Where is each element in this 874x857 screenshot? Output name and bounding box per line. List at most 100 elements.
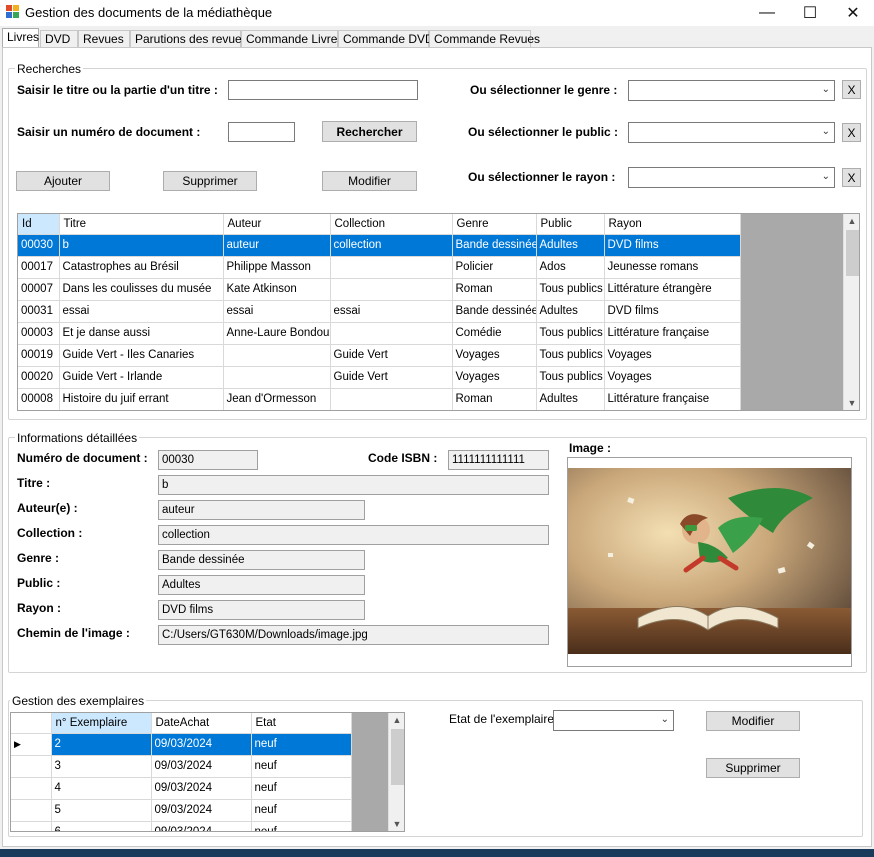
row-header[interactable] [11,777,52,800]
scroll-down-icon[interactable]: ▼ [389,819,404,829]
table-cell[interactable]: Tous publics [536,344,605,367]
table-cell[interactable]: b [59,234,224,257]
table-cell[interactable]: Tous publics [536,366,605,389]
table-row[interactable]: 00017 Catastrophes au Brésil Philippe Mass… [18,256,741,279]
table-cell[interactable]: Comédie [452,322,537,345]
table-row[interactable]: ▶ 2 09/03/2024 neuf [11,733,352,756]
table-cell[interactable]: Ados [536,256,605,279]
table-cell[interactable]: 00031 [18,300,60,323]
copies-scrollbar[interactable]: ▲ ▼ [388,713,404,831]
image-path-field[interactable]: C:/Users/GT630M/Downloads/image.jpg [158,625,549,645]
author-field[interactable]: auteur [158,500,365,520]
table-cell[interactable]: 09/03/2024 [151,755,252,778]
table-cell[interactable] [330,322,453,345]
scroll-up-icon[interactable]: ▲ [844,216,859,226]
table-cell[interactable]: 2 [51,733,152,756]
col-header-dateachat[interactable]: DateAchat [151,713,252,734]
add-button[interactable]: Ajouter [16,171,110,191]
table-cell[interactable]: Adultes [536,300,605,323]
scroll-down-icon[interactable]: ▼ [844,398,859,408]
table-cell[interactable]: 09/03/2024 [151,777,252,800]
table-cell[interactable] [330,256,453,279]
table-cell[interactable]: neuf [251,733,352,756]
table-cell[interactable]: 00017 [18,256,60,279]
tab-parutions[interactable]: Parutions des revues [130,30,248,48]
maximize-icon[interactable]: ☐ [789,0,831,26]
copy-state-select[interactable]: ⌄ [553,710,674,731]
table-cell[interactable]: 09/03/2024 [151,821,252,831]
table-row[interactable]: 00020 Guide Vert - Irlande Guide Vert Voyag… [18,366,741,389]
isbn-field[interactable]: 1111111111111 [448,450,549,470]
col-header-public[interactable]: Public [536,214,605,235]
public-select[interactable]: ⌄ [628,122,835,143]
table-cell[interactable]: Voyages [604,344,741,367]
table-cell[interactable] [330,278,453,301]
edit-button[interactable]: Modifier [322,171,417,191]
table-cell[interactable]: Guide Vert - Iles Canaries [59,344,224,367]
table-cell[interactable]: 4 [51,777,152,800]
col-header-etat[interactable]: Etat [251,713,352,734]
books-scroll-thumb[interactable] [846,230,859,276]
table-cell[interactable]: DVD films [604,234,741,257]
table-cell[interactable]: 00020 [18,366,60,389]
row-header[interactable] [11,799,52,822]
clear-rayon-button[interactable]: X [842,168,861,187]
books-scrollbar[interactable]: ▲ ▼ [843,214,859,410]
table-cell[interactable]: 09/03/2024 [151,733,252,756]
col-header-rayon[interactable]: Rayon [604,214,741,235]
table-cell[interactable]: Tous publics [536,322,605,345]
table-cell[interactable]: 00003 [18,322,60,345]
table-row[interactable]: 00008 Histoire du juif errant Jean d'Ormes… [18,388,741,410]
rayon-select[interactable]: ⌄ [628,167,835,188]
table-cell[interactable]: Policier [452,256,537,279]
doc-number-field[interactable]: 00030 [158,450,258,470]
tab-commande-revues[interactable]: Commande Revues [429,30,540,48]
table-cell[interactable]: Roman [452,278,537,301]
row-header[interactable]: ▶ [11,733,52,756]
table-cell[interactable]: Jean d'Ormesson [223,388,331,410]
table-cell[interactable]: Dans les coulisses du musée [59,278,224,301]
table-cell[interactable]: Tous publics [536,278,605,301]
col-header-collection[interactable]: Collection [330,214,453,235]
delete-button[interactable]: Supprimer [163,171,257,191]
col-header-id[interactable]: Id [18,214,60,235]
table-cell[interactable]: Bande dessinée [452,234,537,257]
table-cell[interactable]: DVD films [604,300,741,323]
table-cell[interactable]: Anne-Laure Bondoux [223,322,331,345]
table-cell[interactable] [223,366,331,389]
number-search-input[interactable] [228,122,295,142]
table-cell[interactable]: Kate Atkinson [223,278,331,301]
search-button[interactable]: Rechercher [322,121,417,142]
row-header[interactable] [11,821,52,831]
table-cell[interactable]: 00019 [18,344,60,367]
books-grid[interactable]: Id Titre Auteur Collection Genre Public … [17,213,860,411]
table-cell[interactable]: 09/03/2024 [151,799,252,822]
copy-delete-button[interactable]: Supprimer [706,758,800,778]
tab-commande-dvd[interactable]: Commande DVD [338,30,434,48]
clear-genre-button[interactable]: X [842,80,861,99]
table-cell[interactable] [223,344,331,367]
table-row[interactable]: 4 09/03/2024 neuf [11,777,352,800]
collection-field[interactable]: collection [158,525,549,545]
table-cell[interactable]: essai [59,300,224,323]
close-icon[interactable]: ✕ [832,0,874,26]
table-row[interactable]: 3 09/03/2024 neuf [11,755,352,778]
table-cell[interactable]: Et je danse aussi [59,322,224,345]
tab-dvd[interactable]: DVD [40,30,78,48]
copies-grid[interactable]: n° Exemplaire DateAchat Etat ▶ 2 09/03/202… [10,712,405,832]
genre-select[interactable]: ⌄ [628,80,835,101]
tab-livres[interactable]: Livres [2,28,39,48]
table-row[interactable]: 00030 b auteur collection Bande dessinée Adul… [18,234,741,257]
clear-public-button[interactable]: X [842,123,861,142]
table-cell[interactable]: Voyages [604,366,741,389]
table-cell[interactable]: 00007 [18,278,60,301]
table-cell[interactable]: Guide Vert [330,344,453,367]
table-cell[interactable]: Guide Vert - Irlande [59,366,224,389]
table-cell[interactable]: Jeunesse romans [604,256,741,279]
table-cell[interactable]: neuf [251,755,352,778]
table-row[interactable]: 6 09/03/2024 neuf [11,821,352,831]
table-cell[interactable]: Littérature française [604,388,741,410]
table-cell[interactable]: Voyages [452,344,537,367]
table-cell[interactable]: Adultes [536,388,605,410]
table-cell[interactable]: 00008 [18,388,60,410]
